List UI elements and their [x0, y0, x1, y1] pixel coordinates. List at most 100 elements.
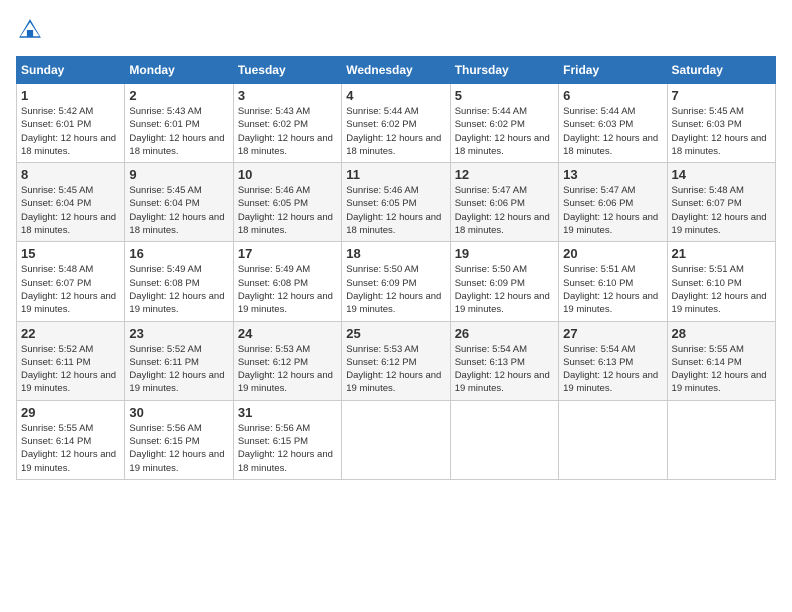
day-info: Sunrise: 5:43 AM Sunset: 6:02 PM Dayligh… [238, 105, 337, 158]
calendar-week-row: 29 Sunrise: 5:55 AM Sunset: 6:14 PM Dayl… [17, 400, 776, 479]
calendar-cell [667, 400, 775, 479]
weekday-header: Sunday [17, 57, 125, 84]
day-number: 28 [672, 326, 771, 341]
day-number: 24 [238, 326, 337, 341]
calendar-cell: 13 Sunrise: 5:47 AM Sunset: 6:06 PM Dayl… [559, 163, 667, 242]
weekday-header: Saturday [667, 57, 775, 84]
calendar-week-row: 8 Sunrise: 5:45 AM Sunset: 6:04 PM Dayli… [17, 163, 776, 242]
day-number: 5 [455, 88, 554, 103]
day-info: Sunrise: 5:44 AM Sunset: 6:02 PM Dayligh… [346, 105, 445, 158]
calendar-header-row: SundayMondayTuesdayWednesdayThursdayFrid… [17, 57, 776, 84]
day-info: Sunrise: 5:44 AM Sunset: 6:02 PM Dayligh… [455, 105, 554, 158]
calendar-cell: 3 Sunrise: 5:43 AM Sunset: 6:02 PM Dayli… [233, 84, 341, 163]
calendar-cell: 31 Sunrise: 5:56 AM Sunset: 6:15 PM Dayl… [233, 400, 341, 479]
day-info: Sunrise: 5:45 AM Sunset: 6:04 PM Dayligh… [129, 184, 228, 237]
calendar-cell: 14 Sunrise: 5:48 AM Sunset: 6:07 PM Dayl… [667, 163, 775, 242]
calendar-cell: 18 Sunrise: 5:50 AM Sunset: 6:09 PM Dayl… [342, 242, 450, 321]
calendar-cell: 7 Sunrise: 5:45 AM Sunset: 6:03 PM Dayli… [667, 84, 775, 163]
weekday-header: Thursday [450, 57, 558, 84]
calendar-cell: 29 Sunrise: 5:55 AM Sunset: 6:14 PM Dayl… [17, 400, 125, 479]
day-info: Sunrise: 5:45 AM Sunset: 6:03 PM Dayligh… [672, 105, 771, 158]
calendar-week-row: 1 Sunrise: 5:42 AM Sunset: 6:01 PM Dayli… [17, 84, 776, 163]
calendar-cell: 28 Sunrise: 5:55 AM Sunset: 6:14 PM Dayl… [667, 321, 775, 400]
weekday-header: Wednesday [342, 57, 450, 84]
calendar-cell: 16 Sunrise: 5:49 AM Sunset: 6:08 PM Dayl… [125, 242, 233, 321]
day-number: 15 [21, 246, 120, 261]
day-number: 6 [563, 88, 662, 103]
day-number: 21 [672, 246, 771, 261]
calendar-cell: 8 Sunrise: 5:45 AM Sunset: 6:04 PM Dayli… [17, 163, 125, 242]
calendar-body: 1 Sunrise: 5:42 AM Sunset: 6:01 PM Dayli… [17, 84, 776, 480]
calendar-cell: 23 Sunrise: 5:52 AM Sunset: 6:11 PM Dayl… [125, 321, 233, 400]
day-number: 23 [129, 326, 228, 341]
calendar-cell: 10 Sunrise: 5:46 AM Sunset: 6:05 PM Dayl… [233, 163, 341, 242]
day-info: Sunrise: 5:51 AM Sunset: 6:10 PM Dayligh… [672, 263, 771, 316]
calendar-cell: 22 Sunrise: 5:52 AM Sunset: 6:11 PM Dayl… [17, 321, 125, 400]
day-number: 22 [21, 326, 120, 341]
calendar-cell: 21 Sunrise: 5:51 AM Sunset: 6:10 PM Dayl… [667, 242, 775, 321]
day-number: 10 [238, 167, 337, 182]
day-info: Sunrise: 5:52 AM Sunset: 6:11 PM Dayligh… [21, 343, 120, 396]
day-info: Sunrise: 5:48 AM Sunset: 6:07 PM Dayligh… [21, 263, 120, 316]
day-number: 18 [346, 246, 445, 261]
weekday-header: Tuesday [233, 57, 341, 84]
calendar-cell: 6 Sunrise: 5:44 AM Sunset: 6:03 PM Dayli… [559, 84, 667, 163]
day-number: 16 [129, 246, 228, 261]
day-number: 1 [21, 88, 120, 103]
day-number: 27 [563, 326, 662, 341]
day-info: Sunrise: 5:54 AM Sunset: 6:13 PM Dayligh… [455, 343, 554, 396]
calendar-cell: 26 Sunrise: 5:54 AM Sunset: 6:13 PM Dayl… [450, 321, 558, 400]
logo-icon [16, 16, 44, 44]
calendar-week-row: 15 Sunrise: 5:48 AM Sunset: 6:07 PM Dayl… [17, 242, 776, 321]
day-number: 13 [563, 167, 662, 182]
day-info: Sunrise: 5:48 AM Sunset: 6:07 PM Dayligh… [672, 184, 771, 237]
day-number: 30 [129, 405, 228, 420]
day-number: 8 [21, 167, 120, 182]
day-info: Sunrise: 5:42 AM Sunset: 6:01 PM Dayligh… [21, 105, 120, 158]
calendar-cell: 9 Sunrise: 5:45 AM Sunset: 6:04 PM Dayli… [125, 163, 233, 242]
calendar-cell [450, 400, 558, 479]
day-info: Sunrise: 5:49 AM Sunset: 6:08 PM Dayligh… [129, 263, 228, 316]
day-info: Sunrise: 5:53 AM Sunset: 6:12 PM Dayligh… [238, 343, 337, 396]
day-info: Sunrise: 5:51 AM Sunset: 6:10 PM Dayligh… [563, 263, 662, 316]
day-number: 9 [129, 167, 228, 182]
calendar-cell: 12 Sunrise: 5:47 AM Sunset: 6:06 PM Dayl… [450, 163, 558, 242]
day-number: 26 [455, 326, 554, 341]
day-info: Sunrise: 5:47 AM Sunset: 6:06 PM Dayligh… [455, 184, 554, 237]
calendar-cell: 24 Sunrise: 5:53 AM Sunset: 6:12 PM Dayl… [233, 321, 341, 400]
calendar-cell: 1 Sunrise: 5:42 AM Sunset: 6:01 PM Dayli… [17, 84, 125, 163]
calendar-cell: 15 Sunrise: 5:48 AM Sunset: 6:07 PM Dayl… [17, 242, 125, 321]
day-info: Sunrise: 5:54 AM Sunset: 6:13 PM Dayligh… [563, 343, 662, 396]
day-number: 12 [455, 167, 554, 182]
calendar: SundayMondayTuesdayWednesdayThursdayFrid… [16, 56, 776, 480]
day-info: Sunrise: 5:46 AM Sunset: 6:05 PM Dayligh… [238, 184, 337, 237]
day-number: 14 [672, 167, 771, 182]
day-info: Sunrise: 5:50 AM Sunset: 6:09 PM Dayligh… [455, 263, 554, 316]
calendar-cell [559, 400, 667, 479]
calendar-cell: 5 Sunrise: 5:44 AM Sunset: 6:02 PM Dayli… [450, 84, 558, 163]
day-number: 31 [238, 405, 337, 420]
day-info: Sunrise: 5:49 AM Sunset: 6:08 PM Dayligh… [238, 263, 337, 316]
calendar-cell: 17 Sunrise: 5:49 AM Sunset: 6:08 PM Dayl… [233, 242, 341, 321]
day-info: Sunrise: 5:52 AM Sunset: 6:11 PM Dayligh… [129, 343, 228, 396]
calendar-cell [342, 400, 450, 479]
day-number: 17 [238, 246, 337, 261]
day-number: 20 [563, 246, 662, 261]
day-info: Sunrise: 5:56 AM Sunset: 6:15 PM Dayligh… [238, 422, 337, 475]
day-info: Sunrise: 5:44 AM Sunset: 6:03 PM Dayligh… [563, 105, 662, 158]
day-info: Sunrise: 5:47 AM Sunset: 6:06 PM Dayligh… [563, 184, 662, 237]
calendar-cell: 30 Sunrise: 5:56 AM Sunset: 6:15 PM Dayl… [125, 400, 233, 479]
day-info: Sunrise: 5:56 AM Sunset: 6:15 PM Dayligh… [129, 422, 228, 475]
calendar-cell: 25 Sunrise: 5:53 AM Sunset: 6:12 PM Dayl… [342, 321, 450, 400]
day-number: 29 [21, 405, 120, 420]
day-number: 7 [672, 88, 771, 103]
day-number: 25 [346, 326, 445, 341]
day-number: 4 [346, 88, 445, 103]
day-info: Sunrise: 5:55 AM Sunset: 6:14 PM Dayligh… [21, 422, 120, 475]
calendar-week-row: 22 Sunrise: 5:52 AM Sunset: 6:11 PM Dayl… [17, 321, 776, 400]
day-info: Sunrise: 5:43 AM Sunset: 6:01 PM Dayligh… [129, 105, 228, 158]
day-info: Sunrise: 5:55 AM Sunset: 6:14 PM Dayligh… [672, 343, 771, 396]
calendar-cell: 2 Sunrise: 5:43 AM Sunset: 6:01 PM Dayli… [125, 84, 233, 163]
calendar-cell: 20 Sunrise: 5:51 AM Sunset: 6:10 PM Dayl… [559, 242, 667, 321]
page-header [16, 16, 776, 44]
